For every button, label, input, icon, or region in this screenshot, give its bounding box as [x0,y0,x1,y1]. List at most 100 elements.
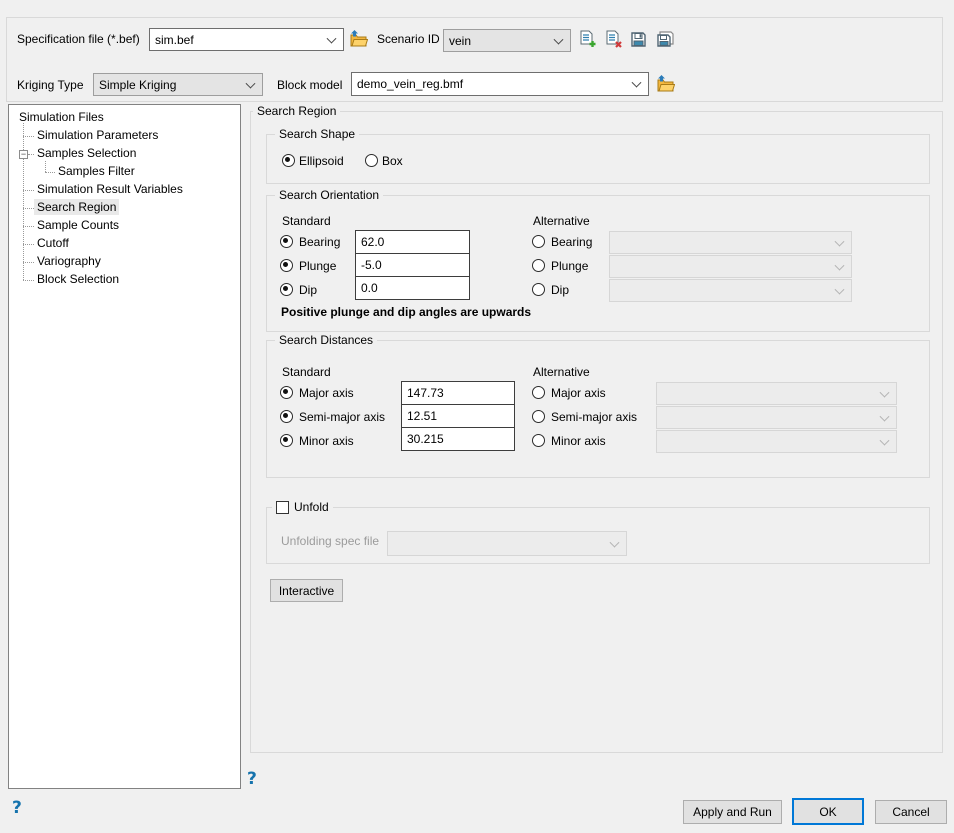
dip-alternative-radio[interactable] [532,283,545,296]
cancel-button[interactable]: Cancel [875,800,947,824]
kriging-type-value: Simple Kriging [99,78,176,92]
apply-and-run-button[interactable]: Apply and Run [683,800,782,824]
tree-item-cutoff[interactable]: Cutoff [37,235,69,253]
unfold-group: Unfold Unfolding spec file [266,507,930,564]
box-radio-label: Box [382,154,403,168]
ok-button[interactable]: OK [792,798,864,825]
tree-item-variography[interactable]: Variography [37,253,101,271]
tree-item-sample-counts[interactable]: Sample Counts [37,217,119,235]
semi-major-axis-alternative-combo[interactable] [656,406,897,429]
tree-item-block-selection[interactable]: Block Selection [37,271,119,289]
bearing-alternative-radio[interactable] [532,235,545,248]
tree-connector [23,123,24,280]
dip-standard-radio[interactable] [280,283,293,296]
major-axis-alternative-label: Major axis [551,386,606,400]
chevron-down-icon [880,435,890,445]
box-radio[interactable] [365,154,378,167]
chevron-down-icon [835,236,845,246]
help-icon[interactable]: ? [12,799,22,817]
bearing-alternative-label: Bearing [551,235,592,249]
open-folder-icon[interactable] [349,30,368,47]
semi-major-axis-alternative-radio[interactable] [532,410,545,423]
chevron-down-icon [880,387,890,397]
unfold-caption: Unfold [272,500,333,515]
kriging-type-combo[interactable]: Simple Kriging [93,73,263,96]
tree-item-simulation-parameters[interactable]: Simulation Parameters [37,127,158,145]
search-shape-title: Search Shape [275,127,359,142]
unfolding-spec-file-combo[interactable] [387,531,627,556]
standard-header: Standard [282,214,331,228]
semi-major-axis-standard-radio[interactable] [280,410,293,423]
major-axis-standard-label: Major axis [299,386,354,400]
unfold-label: Unfold [294,500,329,515]
plunge-input[interactable] [355,253,470,277]
plunge-standard-label: Plunge [299,259,336,273]
spec-file-combo[interactable]: sim.bef [149,28,344,51]
save-scenario-as-icon[interactable] [656,31,674,49]
collapse-icon[interactable]: − [19,150,28,159]
search-shape-group: Search Shape Ellipsoid Box [266,134,930,184]
minor-axis-input[interactable] [401,427,515,451]
interactive-button[interactable]: Interactive [270,579,343,602]
minor-axis-alternative-label: Minor axis [551,434,606,448]
search-distances-title: Search Distances [275,333,377,348]
search-region-group: Search Region Search Shape Ellipsoid Box… [250,111,943,753]
tree-connector [28,154,34,155]
ellipsoid-radio[interactable] [282,154,295,167]
kriging-type-label: Kriging Type [17,78,84,92]
major-axis-alternative-radio[interactable] [532,386,545,399]
plunge-alternative-radio[interactable] [532,259,545,272]
semi-major-axis-standard-label: Semi-major axis [299,410,385,424]
plunge-alternative-combo[interactable] [609,255,852,278]
tree-connector [23,262,34,263]
minor-axis-alternative-combo[interactable] [656,430,897,453]
major-axis-standard-radio[interactable] [280,386,293,399]
ellipsoid-radio-label: Ellipsoid [299,154,344,168]
block-model-combo[interactable]: demo_vein_reg.bmf [351,72,649,96]
scenario-id-value: vein [449,34,471,48]
chevron-down-icon [610,537,620,547]
minor-axis-standard-label: Minor axis [299,434,354,448]
dip-alternative-label: Dip [551,283,569,297]
search-orientation-title: Search Orientation [275,188,383,203]
delete-scenario-icon[interactable] [604,30,622,48]
major-axis-alternative-combo[interactable] [656,382,897,405]
search-region-title: Search Region [253,104,340,119]
open-folder-icon[interactable] [656,75,675,92]
major-axis-input[interactable] [401,381,515,405]
semi-major-axis-alternative-label: Semi-major axis [551,410,637,424]
chevron-down-icon [632,78,642,88]
tree-item-search-region[interactable]: Search Region [37,199,119,217]
kriging-dialog: Specification file (*.bef) sim.bef Scena… [0,0,954,833]
help-icon[interactable]: ? [247,770,257,788]
tree-item-simulation-files[interactable]: Simulation Files [19,109,104,127]
unfolding-spec-file-label: Unfolding spec file [281,534,379,548]
standard-header: Standard [282,365,331,379]
bearing-alternative-combo[interactable] [609,231,852,254]
tree-item-samples-selection[interactable]: Samples Selection [37,145,136,163]
chevron-down-icon [880,411,890,421]
unfold-checkbox[interactable] [276,501,289,514]
save-scenario-icon[interactable] [630,31,648,49]
plunge-standard-radio[interactable] [280,259,293,272]
search-orientation-group: Search Orientation Standard Alternative … [266,195,930,332]
tree-item-samples-filter[interactable]: Samples Filter [58,163,135,181]
new-scenario-icon[interactable] [578,30,596,48]
minor-axis-alternative-radio[interactable] [532,434,545,447]
minor-axis-standard-radio[interactable] [280,434,293,447]
dip-input[interactable] [355,276,470,300]
bearing-standard-radio[interactable] [280,235,293,248]
chevron-down-icon [554,34,564,44]
bearing-input[interactable] [355,230,470,254]
navigation-tree: − Simulation Files Simulation Parameters… [8,104,241,789]
block-model-label: Block model [277,78,342,92]
chevron-down-icon [835,260,845,270]
dip-alternative-combo[interactable] [609,279,852,302]
tree-item-simulation-result-variables[interactable]: Simulation Result Variables [37,181,183,199]
scenario-id-combo[interactable]: vein [443,29,571,52]
semi-major-axis-input[interactable] [401,404,515,428]
alternative-header: Alternative [533,214,590,228]
block-model-value: demo_vein_reg.bmf [357,77,463,91]
scenario-id-label: Scenario ID [377,32,440,46]
tree-connector [23,136,34,137]
